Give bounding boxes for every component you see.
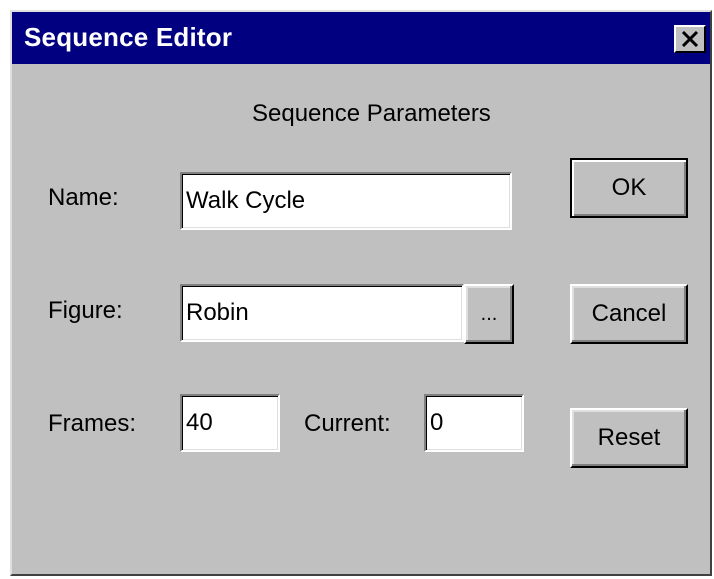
figure-value: Robin: [186, 299, 249, 326]
close-button[interactable]: [674, 25, 706, 53]
cancel-button[interactable]: Cancel: [570, 284, 688, 344]
group-title: Sequence Parameters: [252, 100, 491, 127]
current-value: 0: [430, 409, 444, 436]
sequence-editor-dialog: Sequence Editor Sequence Parameters Name…: [10, 10, 712, 576]
name-value: Walk Cycle: [186, 187, 306, 214]
current-field[interactable]: 0: [424, 394, 524, 452]
reset-button[interactable]: Reset: [570, 408, 688, 468]
name-label: Name:: [48, 184, 119, 211]
browse-figure-button[interactable]: ...: [464, 284, 514, 344]
ok-button[interactable]: OK: [570, 158, 688, 218]
figure-field[interactable]: Robin: [180, 284, 464, 342]
frames-field[interactable]: 40: [180, 394, 280, 452]
close-icon: [681, 31, 699, 47]
figure-label: Figure:: [48, 297, 123, 324]
current-label: Current:: [304, 410, 391, 437]
frames-value: 40: [186, 409, 213, 436]
window-title: Sequence Editor: [24, 22, 233, 52]
title-bar[interactable]: Sequence Editor: [12, 12, 710, 64]
name-field[interactable]: Walk Cycle: [180, 172, 512, 230]
frames-label: Frames:: [48, 410, 137, 437]
